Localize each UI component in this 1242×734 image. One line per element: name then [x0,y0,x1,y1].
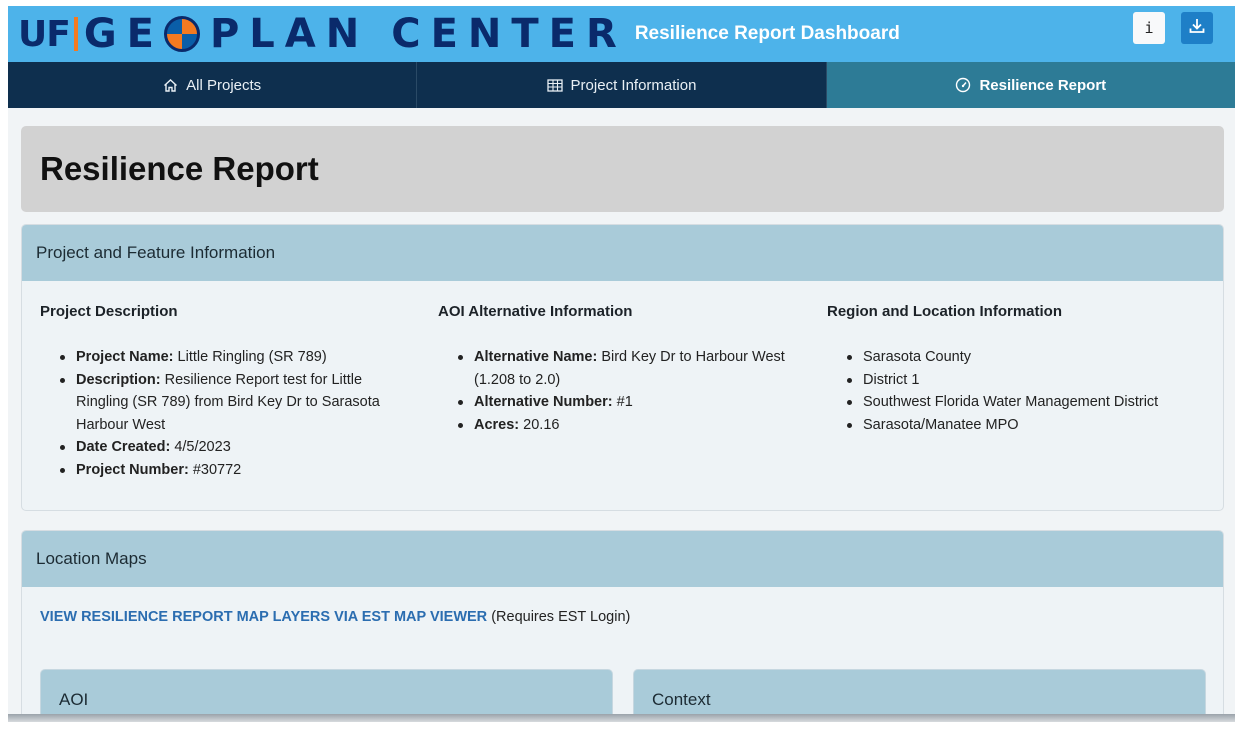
dashboard-title: Resilience Report Dashboard [634,23,900,44]
logo-center-text: CENTER [391,11,627,57]
page-title: Resilience Report [40,150,319,187]
aoi-map-card-title: AOI [59,690,89,709]
tab-all-projects[interactable]: All Projects [8,62,418,108]
map-link-note: (Requires EST Login) [491,609,631,625]
tab-resilience-report-label: Resilience Report [979,76,1107,94]
region-location-heading: Region and Location Information [827,303,1062,320]
project-description-list: Project Name: Little Ringling (SR 789) D… [40,346,400,481]
project-description-section: Project Description Project Name: Little… [40,303,400,481]
est-map-viewer-link[interactable]: VIEW RESILIENCE REPORT MAP LAYERS VIA ES… [40,609,487,625]
location-maps-card: Location Maps VIEW RESILIENCE REPORT MAP… [21,530,1224,716]
tab-all-projects-label: All Projects [186,76,262,94]
home-icon [163,78,178,93]
list-item: Southwest Florida Water Management Distr… [847,391,1187,414]
globe-icon [163,16,200,52]
app-header: UF GE PLAN CENTER Resilience Report Dash… [8,6,1235,62]
logo-ge-text: GE [83,11,164,57]
download-button[interactable] [1181,12,1213,44]
list-item: Date Created: 4/5/2023 [60,436,400,459]
main-nav: All Projects Project Information Resilie… [8,62,1235,108]
map-link-row: VIEW RESILIENCE REPORT MAP LAYERS VIA ES… [40,609,630,625]
aoi-map-card: AOI [40,669,613,716]
tab-project-information[interactable]: Project Information [417,62,827,108]
project-feature-card: Project and Feature Information Project … [21,224,1224,511]
main-content[interactable]: Resilience Report Project and Feature In… [8,108,1235,716]
list-item: Acres: 20.16 [458,414,798,437]
logo-separator [73,17,78,51]
location-maps-card-header: Location Maps [22,531,1223,587]
aoi-alternative-heading: AOI Alternative Information [438,303,633,320]
region-location-section: Region and Location Information Sarasota… [827,303,1187,436]
logo-uf-text: UF [18,13,71,55]
gauge-icon [955,77,971,93]
list-item: Project Number: #30772 [60,459,400,482]
list-item: Project Name: Little Ringling (SR 789) [60,346,400,369]
list-item: Description: Resilience Report test for … [60,369,400,437]
tab-resilience-report[interactable]: Resilience Report [826,62,1235,108]
info-button[interactable]: i [1133,12,1165,44]
list-item: Alternative Name: Bird Key Dr to Harbour… [458,346,798,391]
list-item: District 1 [847,369,1187,392]
context-map-card-title: Context [652,690,711,709]
table-icon [546,78,563,92]
project-feature-card-header: Project and Feature Information [22,225,1223,281]
region-location-list: Sarasota County District 1 Southwest Flo… [827,346,1187,436]
download-icon [1188,17,1206,39]
page-title-card: Resilience Report [21,126,1224,212]
list-item: Sarasota County [847,346,1187,369]
window-bottom-edge [8,714,1235,722]
project-description-heading: Project Description [40,303,178,320]
info-icon: i [1144,19,1154,37]
context-map-card: Context [633,669,1206,716]
geoplan-logo[interactable]: UF GE PLAN CENTER [8,6,627,62]
aoi-alternative-list: Alternative Name: Bird Key Dr to Harbour… [438,346,798,436]
aoi-alternative-section: AOI Alternative Information Alternative … [438,303,798,436]
list-item: Sarasota/Manatee MPO [847,414,1187,437]
tab-project-information-label: Project Information [570,76,697,94]
logo-plan-text: PLAN [209,11,370,57]
list-item: Alternative Number: #1 [458,391,798,414]
